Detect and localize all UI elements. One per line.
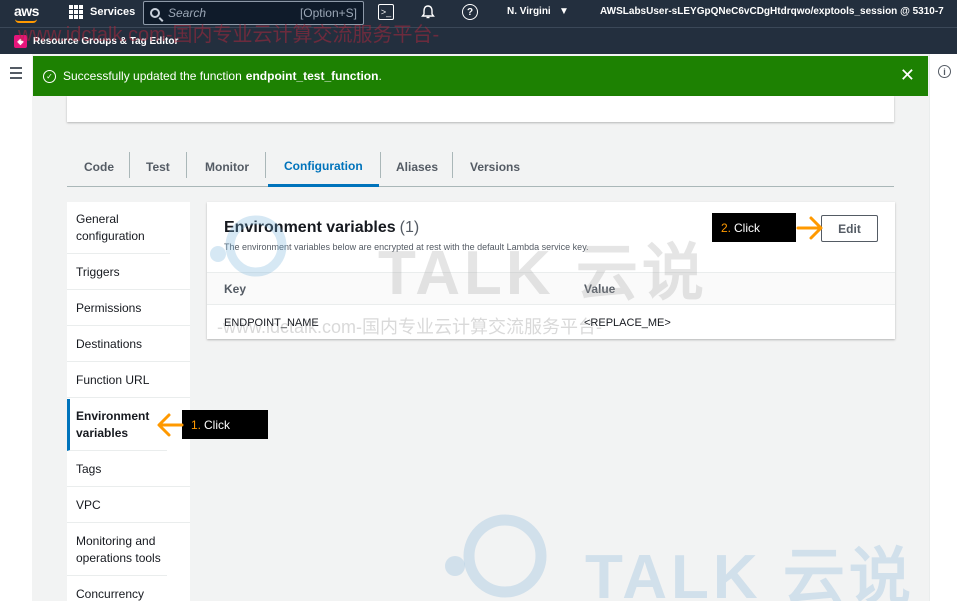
- function-tabs: Code Test Monitor Configuration Aliases …: [67, 148, 894, 187]
- aws-logo[interactable]: aws: [14, 3, 39, 23]
- watermark-text-middle: -www.idctalk.com-国内专业云计算交流服务平台-: [217, 317, 603, 337]
- services-menu-button[interactable]: Services: [69, 5, 135, 19]
- tab-divider: [265, 152, 266, 178]
- right-rail: i: [929, 54, 957, 601]
- info-icon[interactable]: i: [938, 65, 951, 78]
- watermark-logo-icon: [210, 215, 287, 277]
- edit-button[interactable]: Edit: [821, 215, 878, 242]
- callout-step-2-text: Click: [734, 220, 761, 235]
- left-rail: [0, 54, 32, 601]
- configuration-side-menu: General configuration Triggers Permissio…: [67, 202, 190, 601]
- callout-step-1-text: Click: [204, 417, 231, 432]
- watermark-logo-icon-bottom: [445, 514, 547, 598]
- watermark-logo-text-bottom: TALK 云说: [585, 543, 915, 601]
- callout-step-2-number: 2.: [721, 220, 732, 235]
- tab-versions[interactable]: Versions: [470, 148, 520, 186]
- menu-item-monitoring[interactable]: Monitoring and operations tools: [67, 524, 167, 576]
- flash-suffix: .: [378, 69, 382, 83]
- tab-divider: [380, 152, 381, 178]
- caret-down-icon: ▼: [553, 6, 569, 17]
- function-overview-card: [67, 96, 894, 122]
- callout-step-1-number: 1.: [191, 417, 202, 432]
- tab-code[interactable]: Code: [84, 148, 114, 186]
- arrow-left-icon: [157, 413, 184, 437]
- menu-item-environment-variables[interactable]: Environment variables: [67, 399, 167, 451]
- menu-item-vpc[interactable]: VPC: [67, 488, 190, 523]
- close-icon[interactable]: ✕: [900, 66, 915, 84]
- column-header-key: Key: [224, 282, 247, 296]
- region-selector[interactable]: N. Virgini ▼: [507, 6, 569, 17]
- caret-down-icon: ▼: [947, 6, 957, 17]
- menu-item-concurrency[interactable]: Concurrency: [67, 577, 190, 601]
- tab-monitor[interactable]: Monitor: [205, 148, 249, 186]
- tab-divider: [452, 152, 453, 178]
- callout-step-2: 2. Click: [712, 213, 796, 242]
- aws-logo-text: aws: [14, 3, 39, 19]
- menu-item-destinations[interactable]: Destinations: [67, 327, 190, 362]
- tab-test[interactable]: Test: [146, 148, 170, 186]
- hamburger-menu-icon[interactable]: [10, 67, 22, 82]
- success-flashbar: ✓ Successfully updated the function endp…: [33, 56, 928, 96]
- flash-message: Successfully updated the function: [63, 69, 242, 83]
- tab-configuration[interactable]: Configuration: [268, 148, 379, 187]
- account-label: AWSLabsUser-sLEYGpQNeC6vCDgHtdrqwo/expto…: [600, 6, 944, 17]
- arrow-right-icon: [796, 216, 823, 240]
- watermark-text-top: www.idctalk.com-国内专业云计算交流服务平台-: [18, 24, 440, 46]
- menu-item-tags[interactable]: Tags: [67, 452, 190, 487]
- watermark-logo-text: TALK 云说: [378, 239, 708, 308]
- search-icon: [150, 8, 160, 18]
- grid-icon: [69, 5, 83, 19]
- account-menu[interactable]: AWSLabsUser-sLEYGpQNeC6vCDgHtdrqwo/expto…: [600, 6, 957, 17]
- tab-divider: [186, 152, 187, 178]
- tab-aliases[interactable]: Aliases: [396, 148, 438, 186]
- callout-step-1: 1. Click: [182, 410, 268, 439]
- menu-item-function-url[interactable]: Function URL: [67, 363, 190, 398]
- menu-item-general-configuration[interactable]: General configuration: [67, 202, 170, 254]
- menu-item-triggers[interactable]: Triggers: [67, 255, 190, 290]
- menu-item-permissions[interactable]: Permissions: [67, 291, 190, 326]
- tab-divider: [129, 152, 130, 178]
- services-label: Services: [90, 6, 136, 18]
- help-icon[interactable]: ?: [462, 4, 478, 20]
- region-label: N. Virgini: [507, 6, 551, 17]
- check-circle-icon: ✓: [43, 69, 56, 83]
- flash-function-name: endpoint_test_function: [245, 69, 379, 83]
